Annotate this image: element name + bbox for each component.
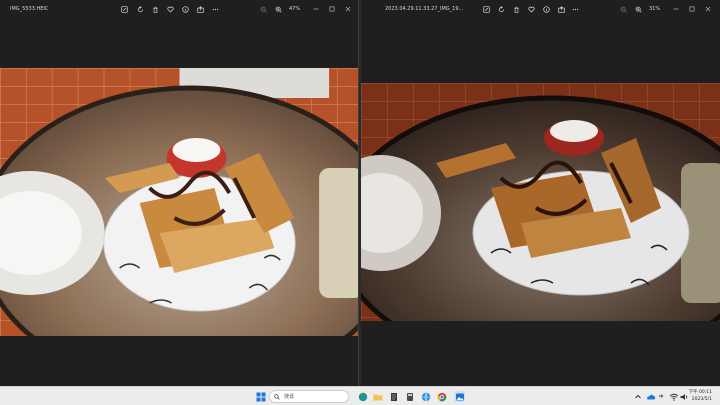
- share-button[interactable]: [194, 3, 206, 15]
- windows-logo-icon: [256, 392, 265, 401]
- info-button[interactable]: [179, 3, 191, 15]
- more-button[interactable]: [569, 3, 581, 15]
- minimize-button[interactable]: [309, 3, 323, 15]
- close-button[interactable]: [701, 3, 715, 15]
- taskbar-chrome[interactable]: [436, 391, 447, 402]
- delete-icon: [513, 6, 519, 13]
- zoom-level: 31%: [649, 6, 661, 12]
- share-icon: [196, 5, 204, 13]
- delete-icon: [152, 6, 158, 13]
- ime-indicator[interactable]: 中: [659, 394, 664, 400]
- chevron-up-icon: [634, 394, 641, 398]
- share-icon: [557, 5, 565, 13]
- chrome-icon: [437, 392, 446, 401]
- minimize-icon: [313, 8, 319, 10]
- photos-window-left: IMG_5533.HEIC 47%: [0, 0, 359, 386]
- titlebar-right: 2023.04.29.11.33.27_IMG_19... 31%: [361, 0, 720, 18]
- edge-icon: [358, 392, 367, 401]
- edit-icon: [482, 5, 490, 13]
- info-icon: [542, 5, 550, 13]
- speaker-icon: [680, 393, 687, 400]
- photos-window-right: 2023.04.29.11.33.27_IMG_19... 31%: [361, 0, 720, 386]
- edit-icon: [120, 5, 128, 13]
- more-button[interactable]: [209, 3, 221, 15]
- taskbar-edge[interactable]: [357, 391, 368, 402]
- wifi-icon: [669, 393, 678, 401]
- document-icon: [390, 392, 397, 401]
- more-icon: [572, 8, 578, 10]
- delete-button[interactable]: [510, 3, 522, 15]
- zoom-in-button[interactable]: [632, 3, 644, 15]
- heart-icon: [527, 6, 535, 12]
- minimize-button[interactable]: [669, 3, 683, 15]
- search-placeholder: 搜尋: [284, 394, 295, 400]
- clock-time: 下午 00:11: [688, 390, 712, 395]
- taskbar: 搜尋 中 下午 00:11 2023/5/1: [0, 386, 720, 405]
- volume-button[interactable]: [678, 391, 689, 402]
- share-button[interactable]: [555, 3, 567, 15]
- maximize-icon: [329, 6, 335, 12]
- maximize-button[interactable]: [325, 3, 339, 15]
- rotate-icon: [137, 5, 143, 12]
- zoom-out-icon: [620, 6, 627, 13]
- waffle-photo-image: [361, 83, 720, 321]
- search-icon: [274, 393, 280, 400]
- delete-button[interactable]: [149, 3, 161, 15]
- edit-button[interactable]: [118, 3, 130, 15]
- cloud-icon: [646, 394, 655, 399]
- zoom-out-icon: [260, 6, 267, 13]
- favorite-button[interactable]: [525, 3, 537, 15]
- photos-icon: [455, 393, 464, 400]
- taskbar-file-explorer[interactable]: [372, 391, 383, 402]
- waffle-photo-image: [0, 68, 358, 336]
- close-button[interactable]: [341, 3, 355, 15]
- rotate-button[interactable]: [134, 3, 146, 15]
- show-hidden-icons-button[interactable]: [632, 391, 643, 402]
- favorite-button[interactable]: [164, 3, 176, 15]
- minimize-icon: [673, 8, 679, 10]
- info-icon: [181, 5, 189, 13]
- photo-waffles-left: [0, 68, 358, 336]
- zoom-out-button[interactable]: [617, 3, 629, 15]
- zoom-level: 47%: [289, 6, 301, 12]
- taskbar-photos[interactable]: [454, 391, 465, 402]
- info-button[interactable]: [540, 3, 552, 15]
- taskbar-search[interactable]: 搜尋: [269, 390, 349, 403]
- more-icon: [212, 8, 218, 10]
- taskbar-app[interactable]: [388, 391, 399, 402]
- photo-waffles-right: [361, 83, 720, 321]
- filename-label: 2023.04.29.11.33.27_IMG_19...: [385, 6, 464, 12]
- zoom-in-button[interactable]: [272, 3, 284, 15]
- zoom-in-icon: [635, 6, 642, 13]
- titlebar-left: IMG_5533.HEIC 47%: [0, 0, 358, 18]
- taskbar-calculator[interactable]: [404, 391, 415, 402]
- clock-date: 2023/5/1: [691, 397, 712, 402]
- onedrive-tray-icon[interactable]: [645, 391, 656, 402]
- heart-icon: [166, 6, 174, 12]
- rotate-button[interactable]: [495, 3, 507, 15]
- calculator-icon: [406, 392, 413, 401]
- start-button[interactable]: [255, 391, 266, 402]
- folder-icon: [373, 394, 382, 400]
- edit-button[interactable]: [480, 3, 492, 15]
- globe-icon: [421, 392, 430, 402]
- filename-label: IMG_5533.HEIC: [10, 6, 49, 12]
- maximize-icon: [689, 6, 695, 12]
- maximize-button[interactable]: [685, 3, 699, 15]
- taskbar-clock[interactable]: 下午 00:11 2023/5/1: [689, 389, 712, 403]
- zoom-out-button[interactable]: [257, 3, 269, 15]
- close-icon: [705, 6, 711, 12]
- taskbar-web-app[interactable]: [420, 391, 431, 402]
- close-icon: [345, 6, 351, 12]
- rotate-icon: [498, 5, 504, 12]
- zoom-in-icon: [275, 6, 282, 13]
